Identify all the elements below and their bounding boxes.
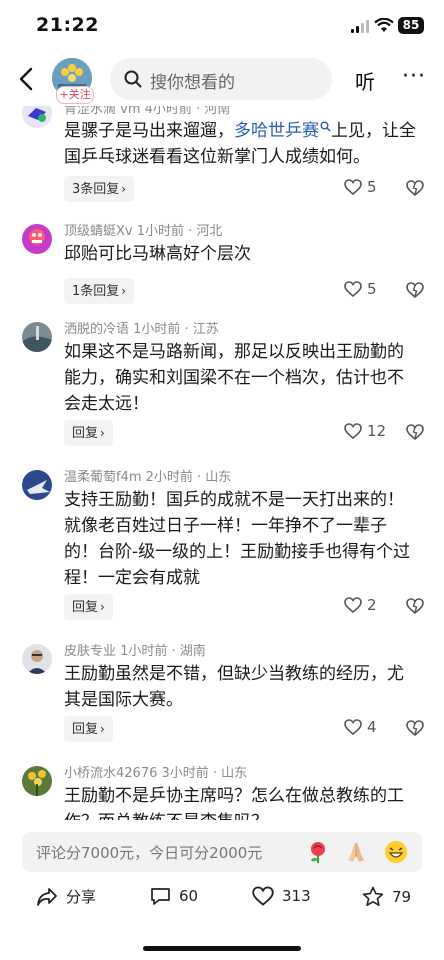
like-count: 12 — [367, 422, 387, 440]
reply-label: 回复 — [72, 722, 99, 737]
search-bar[interactable]: 搜你想看的 — [110, 58, 332, 100]
chevron-right-icon: › — [100, 600, 105, 614]
search-placeholder: 搜你想看的 — [150, 73, 235, 93]
comment-meta: 皮肤专业 1小时前 · 湖南 — [64, 644, 206, 659]
dislike-heart-icon[interactable] — [406, 282, 424, 298]
bottom-action-bar: 分享 60 313 79 — [0, 880, 444, 920]
home-indicator[interactable] — [143, 946, 301, 951]
comment-icon — [151, 888, 170, 905]
heart-icon — [344, 597, 362, 614]
heart-icon — [344, 423, 362, 440]
star-icon — [362, 886, 384, 906]
topic-tag-label: 多哈世乒赛 — [234, 121, 319, 141]
reply-label: 回复 — [72, 426, 99, 441]
dislike-heart-icon[interactable] — [406, 424, 424, 440]
like-article-button[interactable]: 313 — [252, 886, 311, 906]
search-icon — [124, 70, 142, 88]
comment-meta: 顶级蜻蜓Xv 1小时前 · 河北 — [64, 224, 223, 239]
comment-text: 王励勤不是乒协主席吗？怎么在做总教练的工作？而总教练不是李隼吗？ — [64, 786, 404, 820]
view-replies-button[interactable]: 1条回复 › — [64, 278, 135, 304]
comment-meta: 小桥流水42676 3小时前 · 山东 — [64, 766, 248, 781]
reply-button[interactable]: 回复 › — [64, 420, 113, 446]
reply-label: 3条回复 — [72, 182, 120, 197]
heart-icon — [344, 281, 362, 298]
like-button[interactable]: 5 — [344, 280, 377, 298]
like-button[interactable]: 2 — [344, 596, 377, 614]
comment-count-button[interactable]: 60 — [150, 886, 198, 906]
comment-text: 邱贻可比马琳高好个层次 — [64, 244, 251, 264]
commenter-avatar[interactable] — [22, 766, 52, 796]
search-icon — [320, 121, 331, 132]
comment-text: 是骡子是马出来遛遛，多哈世乒赛 上见，让全国乒乓球迷看看这位新掌门人成绩如何。 — [64, 118, 416, 170]
comment-input[interactable]: 评论分7000元，今日可分2000元 — [22, 832, 422, 872]
status-time: 21:22 — [36, 14, 99, 36]
comment-list: 青涩水滴 vm 4小时前 · 河南 是骡子是马出来遛遛，多哈世乒赛 上见，让全国乒… — [0, 106, 444, 820]
chevron-right-icon: › — [121, 182, 127, 196]
dislike-heart-icon[interactable] — [406, 720, 424, 736]
comment-meta: 温柔葡萄f4m 2小时前 · 山东 — [64, 470, 232, 485]
dislike-heart-icon[interactable] — [406, 598, 424, 614]
listen-button[interactable]: 听 — [355, 66, 375, 95]
dislike-heart-icon[interactable] — [406, 180, 424, 196]
commenter-avatar[interactable] — [22, 106, 52, 128]
comment-input-placeholder: 评论分7000元，今日可分2000元 — [36, 844, 263, 862]
comment-text: 如果这不是马路新闻，那足以反映出王励勤的能力，确实和刘国梁不在一个档次，估计也不… — [64, 342, 404, 414]
favorite-button[interactable]: 79 — [362, 886, 411, 907]
reply-label: 回复 — [72, 600, 99, 615]
reply-button[interactable]: 回复 › — [64, 716, 113, 742]
praying-hands-emoji-icon[interactable] — [344, 840, 368, 864]
chevron-right-icon: › — [121, 284, 127, 298]
share-button[interactable]: 分享 — [36, 886, 96, 907]
top-nav-bar: +关注 搜你想看的 听 ··· — [0, 54, 444, 106]
view-replies-button[interactable]: 3条回复 › — [64, 176, 135, 202]
author-avatar[interactable]: +关注 — [52, 58, 96, 104]
comment-meta: 青涩水滴 vm 4小时前 · 河南 — [64, 106, 231, 117]
reply-button[interactable]: 回复 › — [64, 594, 113, 620]
topic-tag-link[interactable]: 多哈世乒赛 — [234, 121, 331, 141]
like-count: 313 — [282, 887, 311, 905]
more-options-button[interactable]: ··· — [402, 64, 426, 89]
reply-label: 1条回复 — [72, 284, 120, 299]
battery-indicator: 85 — [398, 17, 424, 34]
like-button[interactable]: 5 — [344, 178, 377, 196]
comment-meta: 洒脱的冷语 1小时前 · 江苏 — [64, 322, 219, 337]
share-icon — [37, 888, 57, 906]
chevron-right-icon: › — [100, 722, 105, 736]
commenter-avatar[interactable] — [22, 644, 52, 674]
comment-count: 60 — [179, 887, 199, 905]
comment-text: 支持王励勤！国乒的成就不是一天打出来的！就像老百姓过日子一样！一年挣不了一辈子的… — [64, 490, 411, 588]
follow-button[interactable]: +关注 — [56, 86, 94, 104]
commenter-avatar[interactable] — [22, 322, 52, 352]
like-count: 4 — [367, 718, 377, 736]
share-label: 分享 — [66, 888, 97, 906]
chevron-right-icon: › — [100, 426, 105, 440]
heart-icon — [344, 179, 362, 196]
grinning-face-emoji-icon[interactable] — [384, 840, 408, 864]
cellular-signal-icon — [351, 20, 369, 33]
comment-text: 王励勤虽然是不错，但缺少当教练的经历，尤其是国际大赛。 — [64, 664, 404, 710]
comment-text-part: 是骡子是马出来遛遛， — [64, 121, 234, 141]
heart-icon — [344, 719, 362, 736]
heart-icon — [252, 886, 274, 906]
like-count: 2 — [367, 596, 377, 614]
like-button[interactable]: 12 — [344, 422, 386, 440]
commenter-avatar[interactable] — [22, 470, 52, 500]
like-button[interactable]: 4 — [344, 718, 377, 736]
favorite-count: 79 — [392, 888, 412, 906]
commenter-avatar[interactable] — [22, 224, 52, 254]
back-arrow-icon[interactable] — [16, 66, 38, 92]
like-count: 5 — [367, 178, 377, 196]
wifi-icon — [374, 18, 394, 32]
rose-emoji-icon[interactable] — [306, 840, 330, 864]
like-count: 5 — [367, 280, 377, 298]
status-bar: 21:22 85 — [0, 0, 444, 52]
